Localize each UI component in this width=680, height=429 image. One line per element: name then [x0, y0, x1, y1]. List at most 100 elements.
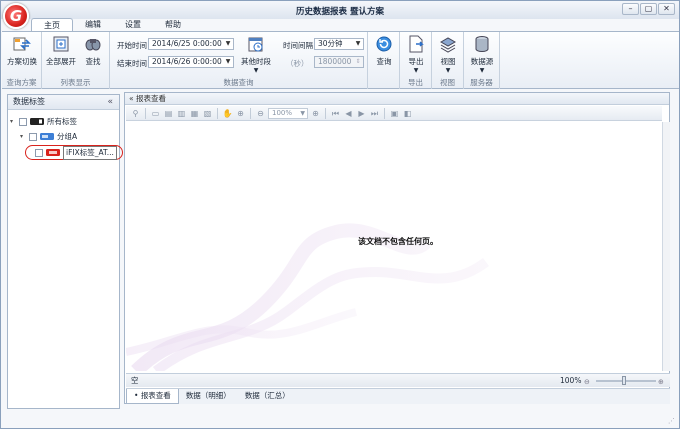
tree-node-ifix-tag[interactable]: iFIX标签_AT...: [25, 145, 123, 160]
last-page-icon[interactable]: ⏭: [369, 108, 380, 119]
tag-panel-title: 数据标签: [13, 97, 45, 106]
menu-tabs: 主页 编辑 设置 帮助: [31, 18, 193, 32]
chevron-down-icon: ▼: [225, 58, 231, 65]
magnifier-icon[interactable]: ⊕: [235, 108, 246, 119]
app-logo-icon[interactable]: G: [3, 3, 29, 29]
group-list-display: 全部展开 查找 列表显示: [42, 32, 110, 89]
next-page-icon[interactable]: ▶: [356, 108, 367, 119]
tree-node-group-a[interactable]: ▾ 分组A: [20, 130, 77, 143]
status-page-info: 空: [131, 376, 139, 385]
hand-tool-icon[interactable]: ✋: [222, 108, 233, 119]
chevron-down-icon: ▼: [253, 67, 259, 74]
title-bar: 历史数据报表 暨认方案 – ▢ ✕: [1, 1, 679, 19]
tag-folder-icon: [30, 118, 44, 125]
binoculars-icon[interactable]: ⚲: [130, 108, 141, 119]
chevron-down-icon: ▼: [413, 67, 419, 74]
open-icon[interactable]: ▭: [150, 108, 161, 119]
report-canvas: 该文档不包含任何页。: [126, 122, 662, 371]
scale-icon[interactable]: ▧: [202, 108, 213, 119]
report-panel-title: 报表查看: [135, 94, 166, 103]
seconds-label: （秒）: [286, 59, 309, 68]
group-export: 导出 ▼ 导出: [400, 32, 432, 89]
seconds-spinner[interactable]: 1800000 ⇕: [314, 56, 364, 68]
group-tag-icon: [40, 133, 54, 140]
database-icon: [475, 36, 489, 53]
tree-expand-icon[interactable]: ▾: [10, 116, 16, 128]
tree-expand-icon[interactable]: ▾: [20, 131, 26, 143]
query-button[interactable]: 查询: [368, 35, 400, 66]
maximize-button[interactable]: ▢: [640, 3, 657, 15]
collapse-panel-icon[interactable]: «: [107, 95, 113, 109]
tab-edit[interactable]: 编辑: [73, 18, 113, 32]
zoom-slider-thumb[interactable]: [622, 376, 626, 385]
chevron-down-icon: ▼: [300, 109, 305, 117]
tab-data-summary[interactable]: 数据（汇总）: [238, 389, 297, 404]
ifix-tag-icon: [46, 149, 60, 156]
view-layers-icon: [439, 37, 457, 53]
data-source-button[interactable]: 数据源 ▼: [465, 35, 499, 75]
end-time-picker[interactable]: 2014/6/26 0:00:00 ▼: [148, 56, 234, 68]
window-controls: – ▢ ✕: [622, 3, 675, 15]
tab-settings[interactable]: 设置: [113, 18, 153, 32]
tree-node-all-tags[interactable]: ▾ 所有标签: [10, 115, 77, 128]
page-setup-icon[interactable]: ▦: [189, 108, 200, 119]
tree-checkbox[interactable]: [35, 148, 43, 157]
spinner-arrows-icon: ⇕: [355, 58, 361, 65]
tab-data-detail[interactable]: 数据（明细）: [179, 389, 238, 404]
tree-checkbox[interactable]: [29, 132, 37, 141]
expand-all-button[interactable]: 全部展开: [44, 35, 78, 66]
report-panel-header: « 报表查看: [125, 93, 669, 105]
report-status-bar: 空 100% ⊖ ⊕: [126, 373, 670, 387]
group-data-query: 开始时间 2014/6/25 0:00:00 ▼ 结束时间 2014/6/26 …: [110, 32, 368, 89]
zoom-in-icon[interactable]: ⊕: [310, 108, 321, 119]
zoom-out-icon[interactable]: ⊖: [255, 108, 266, 119]
tree-checkbox[interactable]: [19, 117, 27, 126]
print-quick-icon[interactable]: ▥: [176, 108, 187, 119]
tab-home[interactable]: 主页: [31, 18, 73, 32]
prev-page-icon[interactable]: ◀: [343, 108, 354, 119]
expand-all-icon: [53, 36, 69, 52]
end-time-label: 结束时间: [117, 59, 147, 68]
other-period-button[interactable]: 其他时段 ▼: [238, 35, 274, 75]
resize-grip-icon[interactable]: ⋰: [668, 417, 676, 425]
collapse-report-icon[interactable]: «: [129, 94, 134, 103]
empty-document-message: 该文档不包含任何页。: [358, 237, 438, 246]
export-document-icon: [409, 35, 424, 53]
report-bottom-tabs: • 报表查看 数据（明细） 数据（汇总）: [126, 388, 670, 404]
find-button[interactable]: 查找: [78, 35, 108, 66]
start-time-picker[interactable]: 2014/6/25 0:00:00 ▼: [148, 38, 234, 50]
group-server: 数据源 ▼ 服务器: [464, 32, 500, 89]
tab-report-view[interactable]: • 报表查看: [126, 389, 179, 404]
group-view: 视图 ▼ 视图: [432, 32, 464, 89]
minimize-button[interactable]: –: [622, 3, 639, 15]
group-query-scheme: 方案切换 查询方案: [2, 32, 42, 89]
vertical-scrollbar[interactable]: [662, 122, 670, 371]
view-button[interactable]: 视图 ▼: [432, 35, 464, 75]
print-icon[interactable]: ▤: [163, 108, 174, 119]
close-button[interactable]: ✕: [658, 3, 675, 15]
tag-panel-header: 数据标签 «: [8, 95, 119, 110]
scheme-switch-icon: [13, 37, 31, 51]
ribbon: 方案切换 查询方案 全部展开 查找 列表显示 开始时间 2014/6/25 0:…: [2, 31, 679, 89]
app-window: 历史数据报表 暨认方案 – ▢ ✕ G 主页 编辑 设置 帮助 方案切换 查询方…: [0, 0, 680, 429]
export-button[interactable]: 导出 ▼: [400, 35, 432, 75]
chevron-down-icon: ▼: [479, 67, 485, 74]
background-icon[interactable]: ◧: [402, 108, 413, 119]
chevron-down-icon: ▼: [445, 67, 451, 74]
report-panel: « 报表查看 ⚲ ▭ ▤ ▥ ▦ ▧ ✋ ⊕ ⊖ 100% ▼ ⊕ ⏮ ◀ ▶ ⏭…: [124, 92, 670, 404]
status-zoom-value: 100%: [560, 376, 582, 385]
chevron-down-icon: ▼: [355, 40, 361, 47]
zoom-slider[interactable]: [596, 380, 656, 382]
first-page-icon[interactable]: ⏮: [330, 108, 341, 119]
zoom-select[interactable]: 100% ▼: [268, 107, 308, 119]
group-query: 查询: [368, 32, 400, 89]
tab-help[interactable]: 帮助: [153, 18, 193, 32]
start-time-label: 开始时间: [117, 41, 147, 50]
window-title: 历史数据报表 暨认方案: [296, 7, 384, 17]
refresh-icon: [376, 36, 392, 52]
calendar-clock-icon: [248, 37, 263, 52]
scheme-switch-button[interactable]: 方案切换: [5, 35, 39, 66]
interval-label: 时间间隔: [283, 41, 313, 50]
interval-select[interactable]: 30分钟 ▼: [314, 38, 364, 50]
multi-page-icon[interactable]: ▣: [389, 108, 400, 119]
